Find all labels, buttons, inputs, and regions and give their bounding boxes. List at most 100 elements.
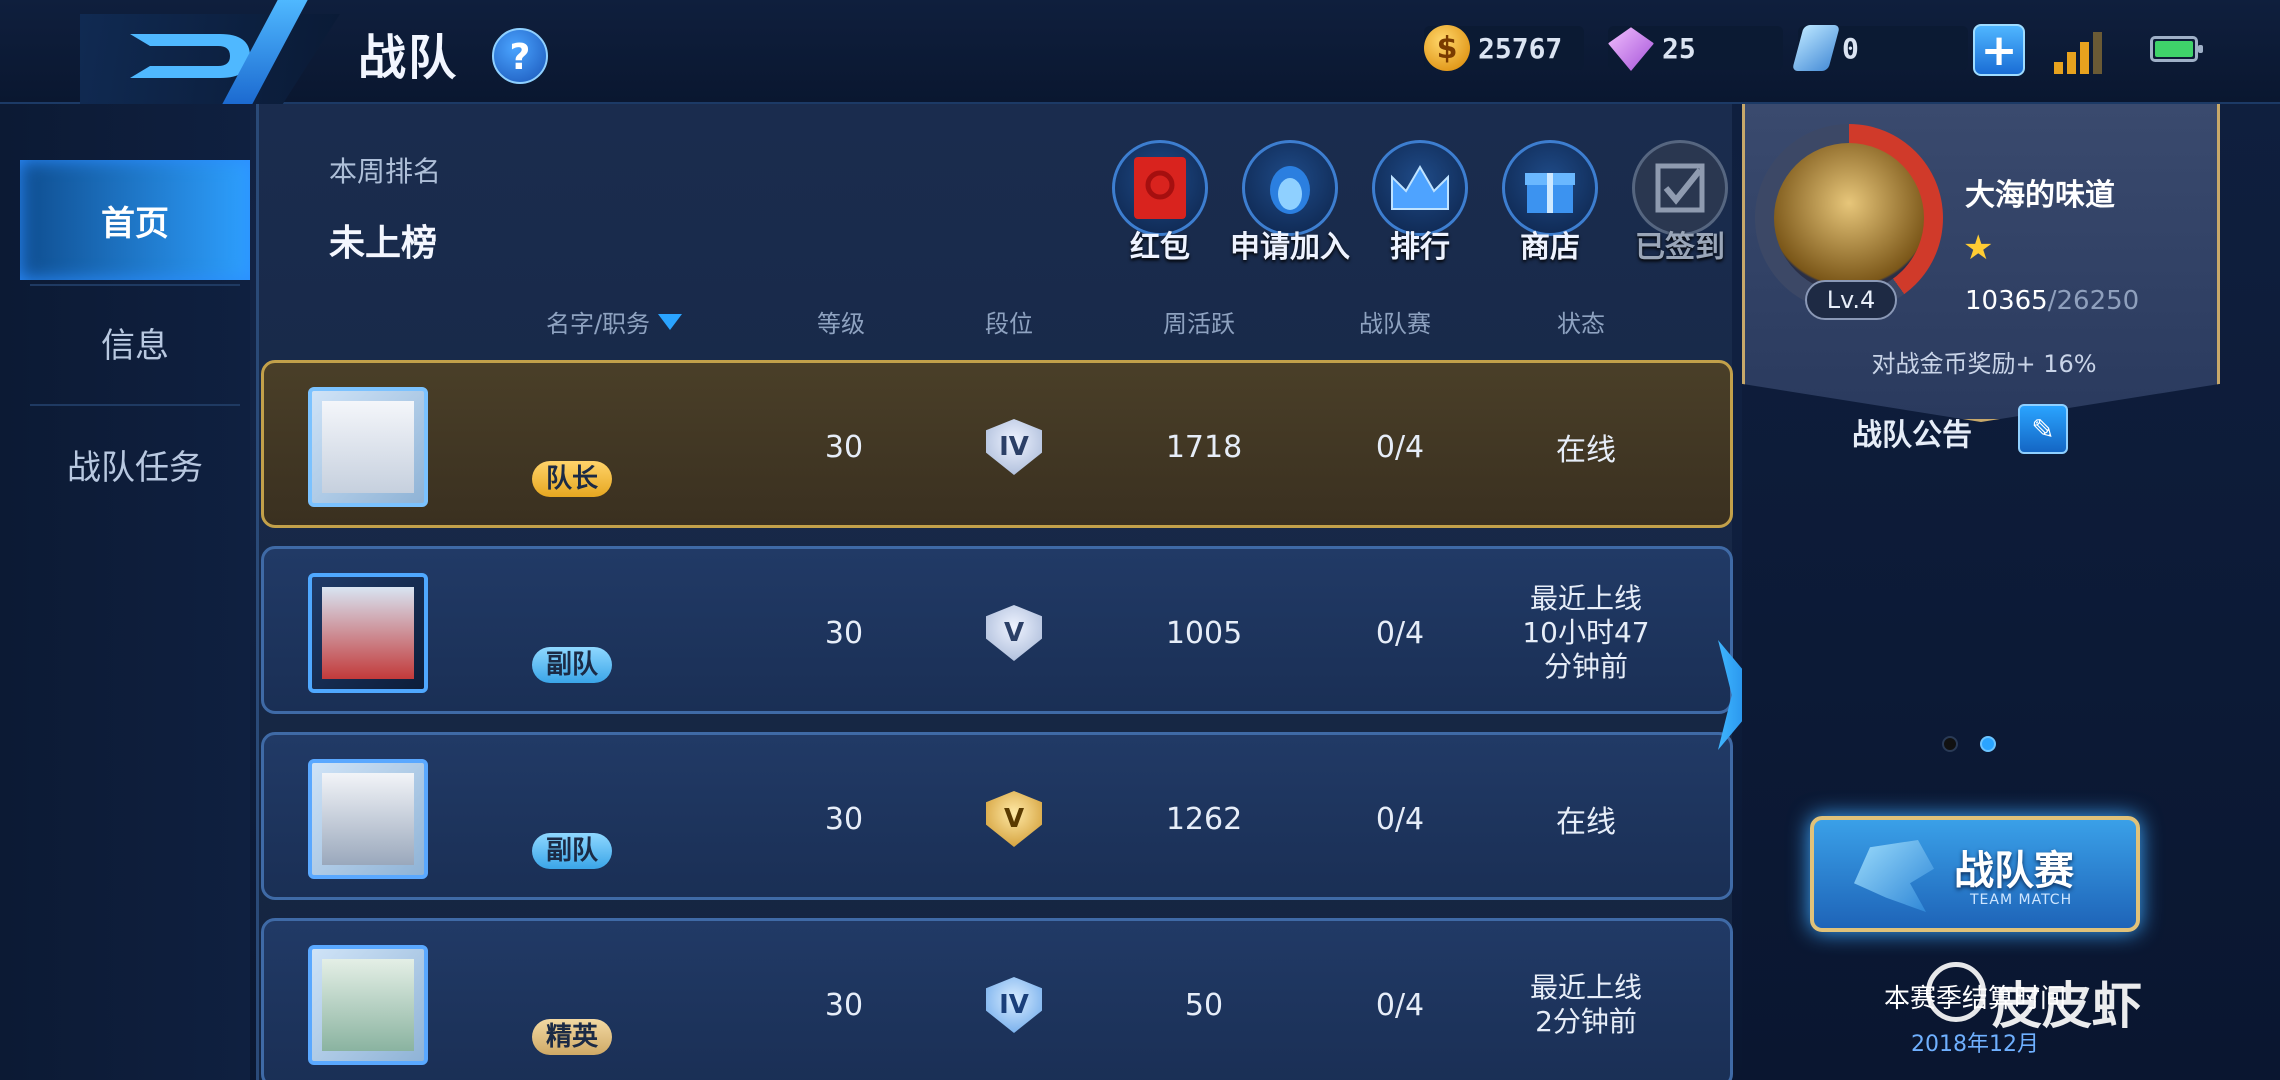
gold-coin-icon: $ — [1424, 25, 1470, 71]
dragon-icon — [1854, 840, 1934, 912]
page-dot — [1942, 736, 1958, 752]
signed-in-button[interactable]: 已签到 — [1615, 140, 1745, 266]
team-match-button[interactable]: 战队赛 TEAM MATCH — [1810, 816, 2140, 932]
team-match-label: 战队赛 — [1954, 848, 2074, 894]
nav-team-tasks[interactable]: 战队任务 — [20, 404, 250, 524]
col-status: 状态 — [1557, 310, 1605, 338]
status-cell: 在线 — [1556, 805, 1616, 840]
triangle-down-icon — [658, 314, 683, 330]
weekly-rank-value: 未上榜 — [329, 223, 438, 264]
rank-badge-icon: IV — [986, 977, 1042, 1033]
shop-label: 商店 — [1520, 230, 1580, 265]
team-match-sublabel: TEAM MATCH — [1970, 892, 2073, 908]
col-level: 等级 — [817, 310, 865, 338]
table-row[interactable]: 副队 30 V 1005 0/4 最近上线 10小时47 分钟前 — [261, 546, 1733, 714]
weekly-rank: 本周排名 未上榜 — [329, 150, 441, 266]
level-cell: 30 — [824, 801, 864, 837]
page-dot-active — [1980, 736, 1996, 752]
diamond-value: 25 — [1662, 31, 1696, 65]
col-rank: 段位 — [985, 310, 1033, 338]
team-xp-current: 10365 — [1965, 286, 2048, 316]
team-card[interactable]: Lv.4 大海的味道 ★ 10365/26250 对战金币奖励+ 16% — [1742, 104, 2220, 422]
team-match-cell: 0/4 — [1375, 987, 1425, 1023]
gold-value: 25767 — [1478, 31, 1563, 65]
rank-cell: V — [954, 735, 1074, 903]
avatar[interactable] — [308, 759, 428, 879]
level-cell: 30 — [824, 987, 864, 1023]
weekly-active-cell: 1718 — [1165, 429, 1243, 465]
watermark-logo-icon — [1926, 962, 1986, 1022]
rank-badge-icon: V — [986, 605, 1042, 661]
star-icon: ★ — [1963, 228, 1994, 268]
red-envelope-label: 红包 — [1130, 230, 1190, 265]
avatar[interactable] — [308, 945, 428, 1065]
penguin-icon — [1270, 166, 1310, 214]
gold-counter: $ 25767 — [1424, 25, 1584, 71]
voucher-icon — [1791, 25, 1841, 71]
leaderboard-label: 排行 — [1390, 230, 1450, 265]
weekly-active-cell: 1262 — [1165, 801, 1243, 837]
role-badge: 精英 — [532, 1019, 613, 1055]
rank-badge-icon: V — [986, 791, 1042, 847]
table-row[interactable]: 副队 30 V 1262 0/4 在线 — [261, 732, 1733, 900]
col-name-role-label: 名字/职务 — [545, 310, 651, 338]
avatar[interactable] — [308, 573, 428, 693]
diamond-counter: 25 — [1608, 26, 1783, 71]
rank-badge-icon: IV — [986, 419, 1042, 475]
status-cell: 在线 — [1556, 433, 1616, 468]
crown-icon — [1391, 165, 1449, 210]
team-match-cell: 0/4 — [1375, 801, 1425, 837]
team-match-cell: 0/4 — [1375, 615, 1425, 651]
role-badge: 队长 — [532, 461, 613, 497]
main-panel: 本周排名 未上榜 红包 申请加入 排行 商店 已签到 名字/职务 等级 段位 周… — [256, 104, 1733, 1080]
role-badge: 副队 — [532, 647, 613, 683]
checkbox-icon — [1655, 163, 1705, 213]
status-cell: 最近上线 2分钟前 — [1529, 971, 1642, 1038]
table-row[interactable]: 队长 30 IV 1718 0/4 在线 — [261, 360, 1733, 528]
rank-cell: IV — [954, 363, 1074, 531]
nav-home[interactable]: 首页 — [20, 160, 250, 280]
level-cell: 30 — [824, 429, 864, 465]
avatar[interactable] — [308, 387, 428, 507]
voucher-counter: 0 — [1791, 25, 1968, 71]
watermark: 皮皮虾 — [1992, 977, 2142, 1035]
weekly-active-cell: 50 — [1184, 987, 1224, 1023]
status-cell: 最近上线 10小时47 分钟前 — [1522, 582, 1650, 683]
col-team-match: 战队赛 — [1359, 310, 1431, 338]
top-bar: 战队 ? $ 25767 25 0 + — [0, 0, 2280, 104]
team-xp-max: /26250 — [2047, 286, 2140, 316]
team-notice-label: 战队公告 — [1852, 418, 1972, 453]
team-xp: 10365/26250 — [1965, 286, 2139, 316]
table-row[interactable]: 精英 30 IV 50 0/4 最近上线 2分钟前 — [261, 918, 1733, 1080]
signed-in-label: 已签到 — [1635, 230, 1725, 265]
leaderboard-button[interactable]: 排行 — [1355, 140, 1485, 266]
voucher-value: 0 — [1842, 31, 1859, 65]
coin-reward-bonus: 对战金币奖励+ 16% — [1871, 350, 2097, 378]
left-nav: 首页 信息 战队任务 — [0, 104, 250, 1080]
apply-join-button[interactable]: 申请加入 — [1225, 140, 1355, 266]
page-indicator — [1942, 736, 1996, 752]
nav-info[interactable]: 信息 — [20, 282, 250, 402]
gift-icon — [1525, 173, 1575, 213]
rank-cell: IV — [954, 921, 1074, 1080]
red-envelope-button[interactable]: 红包 — [1095, 140, 1225, 266]
red-envelope-icon — [1134, 157, 1186, 219]
weekly-active-cell: 1005 — [1165, 615, 1243, 651]
col-weekly-active: 周活跃 — [1163, 310, 1235, 338]
team-match-cell: 0/4 — [1375, 429, 1425, 465]
weekly-rank-label: 本周排名 — [329, 155, 442, 188]
right-panel: Lv.4 大海的味道 ★ 10365/26250 对战金币奖励+ 16% 战队公… — [1742, 104, 2280, 1080]
pencil-icon[interactable]: ✎ — [2018, 404, 2068, 454]
recharge-plus-button[interactable]: + — [1973, 24, 2025, 76]
team-level: Lv.4 — [1805, 280, 1897, 320]
apply-join-label: 申请加入 — [1230, 230, 1350, 265]
signal-icon — [2054, 30, 2104, 74]
battery-icon — [2150, 36, 2203, 62]
col-name-role[interactable]: 名字/职务 — [515, 304, 715, 348]
team-name: 大海的味道 — [1965, 178, 2115, 213]
level-cell: 30 — [824, 615, 864, 651]
page-title: 战队 — [358, 30, 459, 86]
shop-button[interactable]: 商店 — [1485, 140, 1615, 266]
role-badge: 副队 — [532, 833, 613, 869]
help-button[interactable]: ? — [492, 28, 548, 84]
